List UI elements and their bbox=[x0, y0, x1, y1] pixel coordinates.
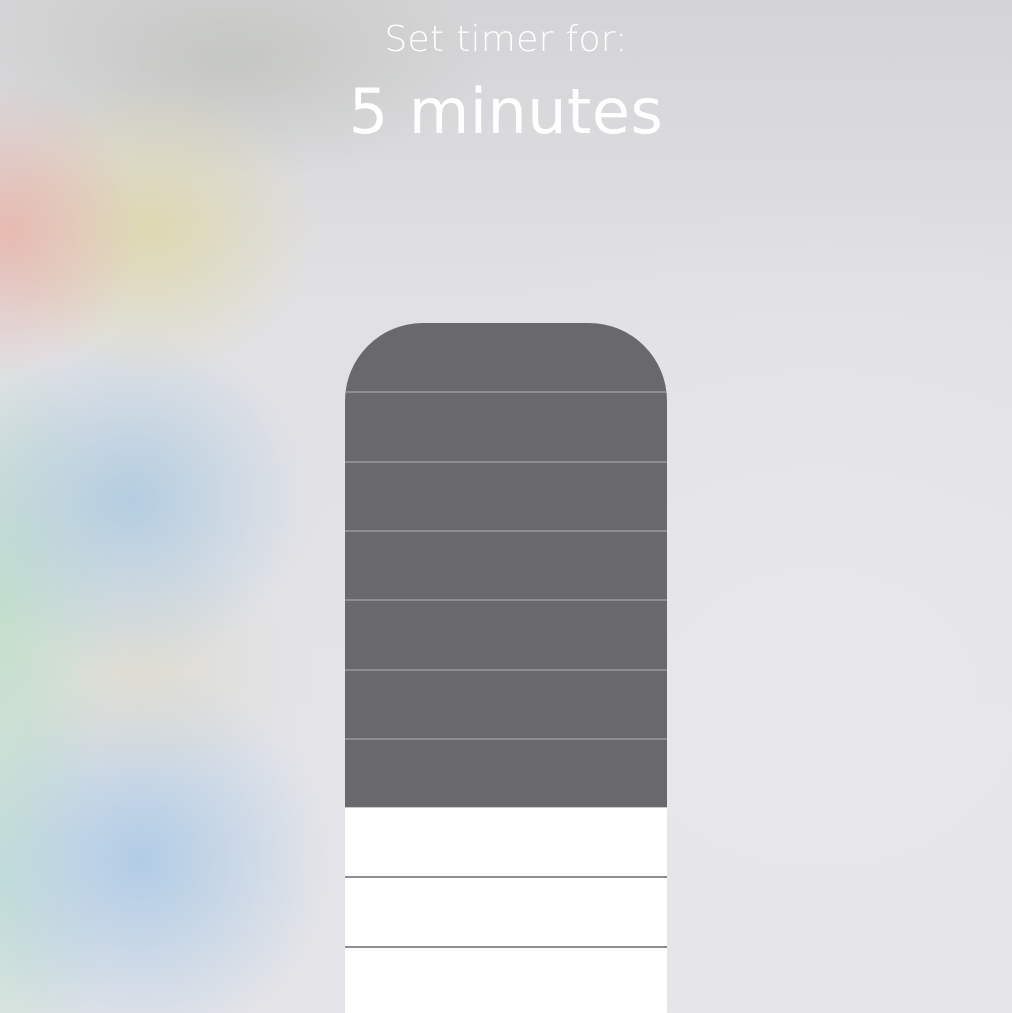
slider-segment-divider bbox=[345, 530, 667, 532]
slider-segment-divider bbox=[345, 738, 667, 740]
timer-header: Set timer for: 5 minutes bbox=[0, 14, 1012, 154]
slider-segment-divider bbox=[345, 461, 667, 463]
set-timer-prompt: Set timer for: bbox=[384, 19, 628, 60]
slider-segment-divider bbox=[345, 391, 667, 393]
slider-segment-divider bbox=[345, 946, 667, 948]
slider-fill bbox=[345, 323, 667, 808]
slider-segment-divider bbox=[345, 876, 667, 878]
timer-value-label: 5 minutes bbox=[348, 75, 664, 148]
slider-segment-divider bbox=[345, 669, 667, 671]
timer-duration-slider[interactable] bbox=[345, 323, 667, 1013]
slider-segment-divider bbox=[345, 599, 667, 601]
slider-segment-divider bbox=[345, 807, 667, 808]
